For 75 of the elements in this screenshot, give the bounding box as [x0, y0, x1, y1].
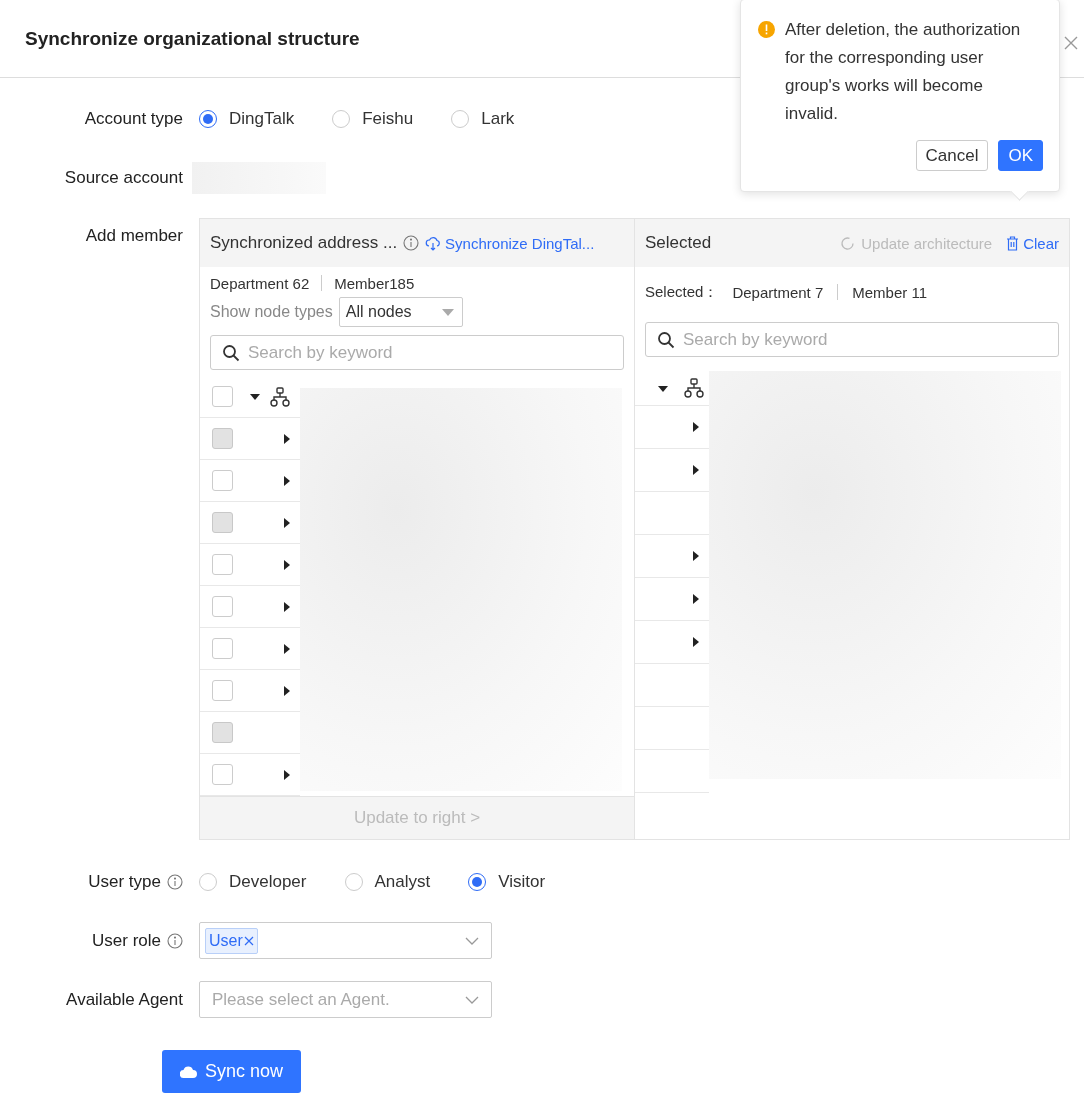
refresh-icon: [840, 235, 856, 251]
checkbox[interactable]: [212, 764, 233, 785]
radio-option[interactable]: Lark: [451, 109, 515, 129]
checkbox[interactable]: [212, 554, 233, 575]
department-count: Department 7: [732, 283, 824, 301]
caret-icon[interactable]: [282, 769, 290, 780]
caret-icon[interactable]: [282, 475, 290, 486]
role-tag: User: [205, 927, 258, 954]
hierarchy-icon: [684, 378, 704, 398]
chevron-icon: [465, 936, 479, 945]
checkbox[interactable]: [212, 386, 233, 407]
radio-option[interactable]: Feishu: [332, 109, 414, 129]
clear-action[interactable]: Clear: [1006, 234, 1059, 252]
field-label: Source account: [64, 168, 183, 188]
panel-title: Selected: [645, 233, 712, 253]
sync-now-button[interactable]: Sync now: [162, 1050, 302, 1093]
radio-option[interactable]: Visitor: [468, 872, 546, 892]
field-label: Account type: [84, 109, 183, 129]
warning-icon: [758, 21, 775, 38]
dialog-title: Synchronize organizational structure: [25, 27, 360, 50]
radio-circle[interactable]: [344, 873, 363, 891]
search-field[interactable]: Search by keyword: [645, 322, 1059, 357]
caret-icon[interactable]: [282, 559, 290, 570]
info-icon: [167, 874, 183, 890]
radio-circle[interactable]: [451, 110, 470, 128]
role-select[interactable]: User: [199, 922, 492, 959]
node-type-select[interactable]: All nodes: [338, 297, 463, 327]
sync-link[interactable]: Synchronize DingTal...: [425, 234, 595, 252]
info-icon: [167, 932, 183, 949]
caret-icon[interactable]: [691, 594, 699, 604]
radio-option[interactable]: DingTalk: [199, 109, 295, 129]
dropdown-icon: [441, 308, 454, 316]
field-label: User type: [88, 872, 161, 892]
caret-icon[interactable]: [282, 643, 290, 654]
filter-label: Show node types: [210, 303, 333, 321]
panel-title: Synchronized address ...: [210, 233, 398, 253]
hierarchy-icon: [270, 386, 290, 407]
checkbox[interactable]: [212, 680, 233, 701]
radio-circle[interactable]: [468, 873, 487, 891]
field-label: User role: [92, 930, 161, 951]
checkbox[interactable]: [212, 638, 233, 659]
radio-option[interactable]: Developer: [199, 872, 307, 892]
checkbox[interactable]: [212, 596, 233, 617]
member-count: Member185: [334, 274, 415, 292]
radio-circle[interactable]: [199, 110, 217, 128]
confirm-message: After deletion, the authorization for the corresponding user group's works will become invalid.: [785, 19, 1022, 125]
search-icon: [222, 344, 240, 362]
popover-button[interactable]: OK: [998, 140, 1043, 171]
radio-option[interactable]: Analyst: [344, 872, 431, 892]
caret-icon[interactable]: [691, 465, 699, 475]
chevron-icon: [465, 995, 479, 1004]
info-icon: [403, 235, 420, 251]
field-label: Available Agent: [66, 989, 183, 1010]
checkbox[interactable]: [212, 470, 233, 491]
department-count: Department 62: [210, 274, 310, 292]
radio-circle[interactable]: [332, 110, 351, 128]
summary-label: Selected：: [645, 282, 719, 302]
member-count: Member 11: [852, 283, 928, 301]
caret-icon[interactable]: [658, 384, 668, 392]
search-icon: [657, 331, 675, 349]
caret-icon[interactable]: [282, 601, 290, 612]
trash-icon: [1006, 235, 1020, 251]
popover-button[interactable]: Cancel: [915, 140, 989, 171]
radio-circle[interactable]: [199, 873, 217, 891]
caret-icon[interactable]: [250, 393, 260, 400]
caret-icon[interactable]: [282, 685, 290, 696]
close-icon[interactable]: [1064, 36, 1078, 50]
caret-icon[interactable]: [691, 637, 699, 647]
cloud-icon: [180, 1065, 197, 1078]
caret-icon[interactable]: [691, 422, 699, 432]
caret-icon[interactable]: [691, 551, 699, 561]
field-label: Add member: [85, 226, 183, 246]
remove-icon[interactable]: [243, 935, 254, 946]
search-field[interactable]: Search by keyword: [210, 335, 624, 370]
cloud-sync-icon: [425, 235, 442, 251]
